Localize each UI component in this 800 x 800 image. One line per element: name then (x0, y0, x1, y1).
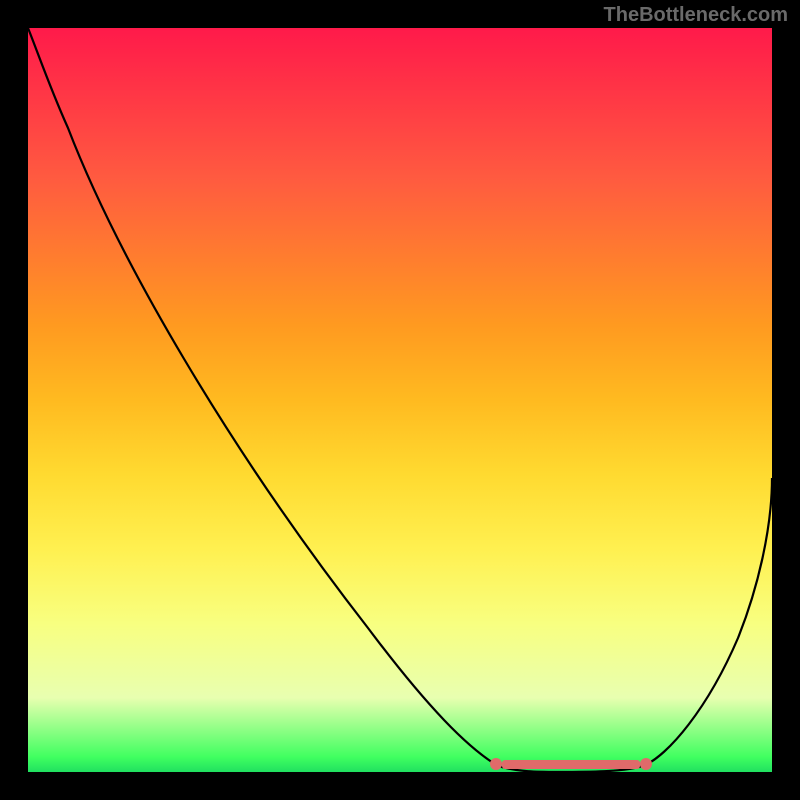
plot-area (28, 28, 772, 772)
flat-region-marker (490, 758, 652, 770)
curve-svg (28, 28, 772, 772)
bottleneck-curve-line (28, 28, 772, 772)
watermark-text: TheBottleneck.com (604, 4, 788, 27)
